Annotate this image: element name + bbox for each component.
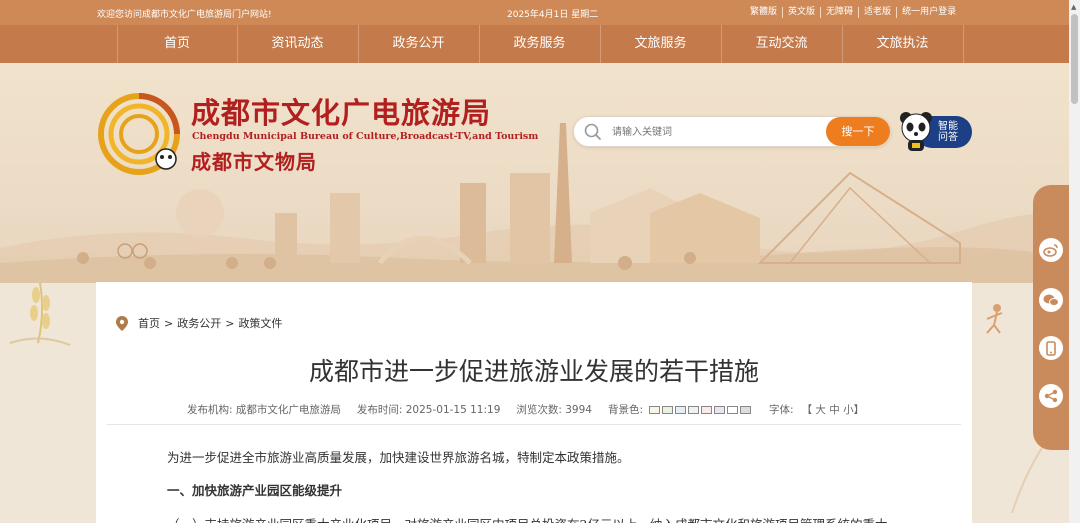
mobile-icon[interactable]: [1039, 336, 1063, 360]
top-bar: 欢迎您访问成都市文化广电旅游局门户网站! 2025年4月1日 星期二 繁體版 英…: [0, 0, 1080, 25]
nav-enforcement[interactable]: 文旅执法: [843, 25, 964, 63]
breadcrumb-home[interactable]: 首页: [138, 315, 160, 331]
search-icon: [584, 123, 602, 141]
nav-gov-open[interactable]: 政务公开: [359, 25, 480, 63]
divider: [107, 424, 961, 425]
font-size-controls[interactable]: 【 大 中 小】: [802, 402, 865, 417]
article-card: 首页 > 政务公开 > 政策文件 成都市进一步促进旅游业发展的若干措施 发布机构…: [96, 282, 972, 523]
article-meta: 发布机构: 成都市文化广电旅游局 发布时间: 2025-01-15 11:19 …: [187, 402, 864, 417]
publish-time: 发布时间: 2025-01-15 11:19: [356, 404, 501, 416]
panda-mascot-icon: [900, 112, 932, 151]
publisher: 发布机构: 成都市文化广电旅游局: [187, 404, 341, 416]
nav-gov-service[interactable]: 政务服务: [480, 25, 601, 63]
share-sidebar: [1033, 185, 1069, 450]
nav-home[interactable]: 首页: [116, 25, 238, 63]
bg-swatch-2[interactable]: [662, 405, 674, 414]
breadcrumb-gov-open[interactable]: 政务公开: [177, 315, 221, 331]
wechat-icon[interactable]: [1039, 288, 1063, 312]
bureau-title-en: Chengdu Municipal Bureau of Culture,Broa…: [192, 131, 539, 142]
article-title: 成都市进一步促进旅游业发展的若干措施: [308, 357, 759, 386]
font-size-label: 字体:: [769, 404, 794, 416]
breadcrumb-separator: >: [164, 316, 174, 330]
weibo-icon[interactable]: [1039, 238, 1063, 262]
breadcrumb: 首页 > 政务公开 > 政策文件: [116, 315, 286, 331]
smart-qa-button[interactable]: 智能 问答: [898, 108, 974, 152]
location-pin-icon: [116, 315, 128, 331]
main-nav: 首页 资讯动态 政务公开 政务服务 文旅服务 互动交流 文旅执法: [0, 25, 1080, 63]
link-english[interactable]: 英文版: [783, 7, 822, 18]
page-scrollbar[interactable]: ▲: [1069, 0, 1080, 523]
bg-swatch-1[interactable]: [649, 405, 661, 414]
bureau-title-cn: 成都市文化广电旅游局: [191, 96, 492, 130]
bg-swatch-8[interactable]: [740, 405, 752, 414]
bg-swatch-4[interactable]: [688, 405, 700, 414]
share-icon[interactable]: [1039, 384, 1063, 408]
bg-swatch-7[interactable]: [727, 405, 739, 414]
date-text: 2025年4月1日 星期二: [507, 10, 599, 20]
article-paragraph: 为进一步促进全市旅游业高质量发展，加快建设世界旅游名城，特制定本政策措施。: [167, 450, 630, 465]
scrollbar-thumb[interactable]: [1071, 14, 1078, 104]
link-accessibility[interactable]: 无障碍: [821, 7, 860, 18]
nav-interaction[interactable]: 互动交流: [722, 25, 843, 63]
bg-swatch-3[interactable]: [675, 405, 687, 414]
search-input[interactable]: [612, 124, 822, 140]
nav-culture-service[interactable]: 文旅服务: [601, 25, 722, 63]
link-elderly[interactable]: 适老版: [859, 7, 898, 18]
bureau-title-cn2: 成都市文物局: [191, 150, 317, 174]
header-banner: 成都市文化广电旅游局 Chengdu Municipal Bureau of C…: [0, 63, 1080, 283]
bg-swatch-6[interactable]: [714, 405, 726, 414]
nav-news[interactable]: 资讯动态: [238, 25, 359, 63]
article-paragraph: （一）支持旅游产业园区重大产业化项目。对旅游产业园区内项目总投资在2亿元以上，纳…: [167, 514, 887, 523]
view-count: 浏览次数: 3994: [516, 404, 592, 416]
bg-color-label: 背景色:: [607, 404, 644, 416]
search-box: 搜一下: [573, 116, 891, 147]
breadcrumb-separator: >: [225, 316, 235, 330]
link-login[interactable]: 统一用户登录: [897, 7, 961, 18]
bg-color-picker: [649, 404, 753, 416]
article-heading: 一、加快旅游产业园区能级提升: [167, 483, 343, 498]
wheat-decoration: [9, 283, 71, 346]
bg-swatch-5[interactable]: [701, 405, 713, 414]
link-traditional[interactable]: 繁體版: [750, 7, 784, 18]
breadcrumb-policy[interactable]: 政策文件: [238, 315, 282, 331]
top-links: 繁體版 英文版 无障碍 适老版 统一用户登录: [750, 7, 961, 18]
scroll-up-icon[interactable]: ▲: [1071, 3, 1076, 11]
search-button[interactable]: 搜一下: [826, 117, 890, 146]
welcome-text: 欢迎您访问成都市文化广电旅游局门户网站!: [97, 10, 272, 20]
bureau-logo-icon: [98, 93, 180, 175]
